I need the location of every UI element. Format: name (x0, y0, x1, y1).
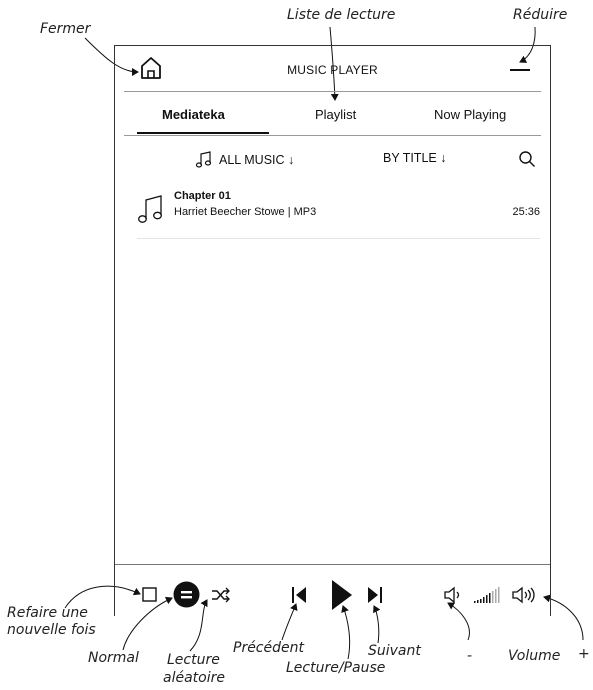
tab-bar: Mediateka Playlist Now Playing (115, 93, 550, 135)
callout-volume-minus: - (467, 648, 473, 664)
divider (115, 564, 550, 565)
sort-filter[interactable]: BY TITLE ↓ (383, 151, 446, 165)
tab-now-playing[interactable]: Now Playing (434, 107, 506, 122)
callout-previous: Précédent (233, 640, 304, 656)
sort-filter-label: BY TITLE ↓ (383, 151, 447, 165)
music-note-icon (138, 195, 162, 223)
track-title: Chapter 01 (174, 190, 231, 202)
shuffle-icon[interactable] (211, 587, 231, 603)
list-item[interactable]: Chapter 01 Harriet Beecher Stowe | MP3 2… (137, 188, 540, 239)
callout-play-pause: Lecture/Pause (286, 660, 386, 676)
music-player-screen: MUSIC PLAYER Mediateka Playlist Now Play… (114, 45, 551, 616)
music-note-icon (195, 151, 212, 168)
top-bar: MUSIC PLAYER (115, 46, 550, 90)
divider (124, 135, 541, 136)
filter-bar: ALL MUSIC ↓ BY TITLE ↓ (115, 138, 550, 178)
callout-volume: Volume (508, 648, 561, 664)
tab-playlist[interactable]: Playlist (315, 107, 356, 122)
page-title: MUSIC PLAYER (287, 63, 378, 77)
track-meta: Harriet Beecher Stowe | MP3 (174, 206, 317, 218)
search-icon[interactable] (518, 150, 536, 168)
callout-playlist: Liste de lecture (287, 7, 396, 23)
callout-close: Fermer (40, 21, 91, 37)
tab-mediateka[interactable]: Mediateka (162, 107, 225, 122)
play-icon[interactable] (330, 578, 354, 612)
volume-up-icon[interactable] (511, 585, 541, 605)
track-duration: 25:36 (512, 206, 540, 218)
active-tab-indicator (137, 132, 269, 134)
callout-minimize: Réduire (513, 7, 568, 23)
source-filter-label: ALL MUSIC ↓ (219, 153, 295, 167)
normal-mode-icon[interactable] (173, 581, 200, 608)
callout-repeat-2: nouvelle fois (7, 622, 96, 638)
source-filter[interactable]: ALL MUSIC ↓ (195, 151, 294, 169)
repeat-icon[interactable] (141, 586, 159, 604)
callout-shuffle-1: Lecture (167, 652, 220, 668)
callout-shuffle-2: aléatoire (163, 670, 225, 686)
minimize-icon[interactable] (510, 69, 530, 71)
callout-normal: Normal (88, 650, 139, 666)
divider (124, 91, 541, 92)
next-icon[interactable] (366, 584, 384, 606)
previous-icon[interactable] (290, 584, 308, 606)
callout-next: Suivant (368, 643, 421, 659)
callout-repeat-1: Refaire une (7, 605, 88, 621)
callout-volume-plus: + (578, 646, 590, 662)
volume-down-icon[interactable] (443, 585, 465, 605)
volume-level-bars[interactable] (473, 586, 505, 604)
